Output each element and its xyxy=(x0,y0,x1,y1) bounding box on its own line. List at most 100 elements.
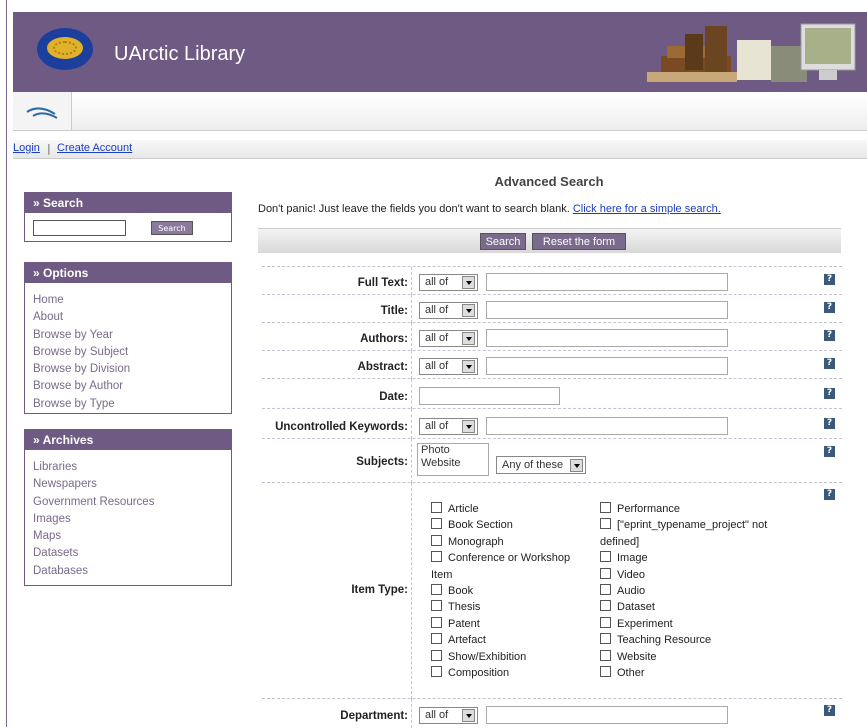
field-row-title: Title: all of ? xyxy=(262,294,842,323)
item-type-label: Monograph xyxy=(448,535,504,548)
item-type-option[interactable]: Show/Exhibition xyxy=(431,649,593,665)
abstract-input[interactable] xyxy=(486,357,728,375)
item-type-option[interactable]: Patent xyxy=(431,616,593,632)
date-input[interactable] xyxy=(419,387,560,405)
authors-match-select[interactable]: all of xyxy=(419,330,478,347)
help-icon[interactable]: ? xyxy=(824,489,835,500)
item-type-label: Artefact xyxy=(448,634,486,647)
item-type-option[interactable]: Video xyxy=(600,567,800,583)
item-type-option[interactable]: Performance xyxy=(600,501,800,517)
reset-form-button[interactable]: Reset the form xyxy=(532,233,626,250)
item-type-option[interactable]: Artefact xyxy=(431,632,593,648)
department-match-select[interactable]: all of xyxy=(419,707,478,724)
subjects-match-select[interactable]: Any of these xyxy=(496,456,586,474)
checkbox-icon[interactable] xyxy=(600,551,611,563)
item-type-option[interactable]: Thesis xyxy=(431,599,593,615)
site-title[interactable]: UArctic Library xyxy=(114,43,245,66)
fulltext-input[interactable] xyxy=(486,273,728,291)
sidebar-item-images[interactable]: Images xyxy=(25,511,231,528)
uarctic-logo-icon[interactable] xyxy=(37,28,93,70)
abstract-match-select[interactable]: all of xyxy=(419,358,478,375)
checkbox-icon[interactable] xyxy=(600,584,611,596)
help-icon[interactable]: ? xyxy=(824,418,835,429)
item-type-option[interactable]: Book xyxy=(431,583,593,599)
sidebar-item-browse-author[interactable]: Browse by Author xyxy=(25,378,231,395)
account-bar: Login | Create Account xyxy=(13,140,867,159)
checkbox-icon[interactable] xyxy=(600,633,611,645)
item-type-option[interactable]: ["eprint_typename_project" not defined] xyxy=(600,517,800,550)
fulltext-label: Full Text: xyxy=(357,277,408,289)
item-type-option[interactable]: Monograph xyxy=(431,534,593,550)
item-type-option[interactable]: Book Section xyxy=(431,517,593,533)
checkbox-icon[interactable] xyxy=(431,518,442,530)
help-icon[interactable]: ? xyxy=(824,446,835,457)
sidebar-search-button[interactable]: Search xyxy=(151,221,193,235)
checkbox-icon[interactable] xyxy=(431,616,442,628)
checkbox-icon[interactable] xyxy=(431,584,442,596)
item-type-label: Thesis xyxy=(448,601,481,614)
sidebar-item-browse-year[interactable]: Browse by Year xyxy=(25,327,231,344)
checkbox-icon[interactable] xyxy=(600,502,611,513)
item-type-option[interactable]: Other xyxy=(600,665,800,681)
help-icon[interactable]: ? xyxy=(824,705,835,716)
help-icon[interactable]: ? xyxy=(824,302,835,313)
help-icon[interactable]: ? xyxy=(824,358,835,369)
item-type-option[interactable]: Experiment xyxy=(600,616,800,632)
subject-option[interactable]: Photo xyxy=(421,444,488,457)
checkbox-icon[interactable] xyxy=(431,534,442,546)
subject-option[interactable]: Website xyxy=(421,457,488,470)
checkbox-icon[interactable] xyxy=(431,633,442,645)
sidebar-search-heading: » Search xyxy=(25,193,231,213)
item-type-option[interactable]: Website xyxy=(600,649,800,665)
sidebar-item-libraries[interactable]: Libraries xyxy=(25,459,231,476)
checkbox-icon[interactable] xyxy=(431,649,442,661)
item-types-right-column: Performance ["eprint_typename_project" no… xyxy=(600,501,800,681)
item-type-option[interactable]: Audio xyxy=(600,583,800,599)
keywords-input[interactable] xyxy=(486,417,728,435)
department-input[interactable] xyxy=(486,706,728,724)
checkbox-icon[interactable] xyxy=(600,567,611,579)
item-type-option[interactable]: Article xyxy=(431,501,593,517)
item-type-option[interactable]: Composition xyxy=(431,665,593,681)
authors-input[interactable] xyxy=(486,329,728,347)
login-link[interactable]: Login xyxy=(13,142,40,154)
sidebar-search-box: » Search Search xyxy=(24,192,232,242)
sidebar-item-government-resources[interactable]: Government Resources xyxy=(25,494,231,511)
help-icon[interactable]: ? xyxy=(824,330,835,341)
sidebar-item-databases[interactable]: Databases xyxy=(25,563,231,580)
checkbox-icon[interactable] xyxy=(600,649,611,661)
item-type-option[interactable]: Teaching Resource xyxy=(600,632,800,648)
search-button[interactable]: Search xyxy=(480,233,526,250)
checkbox-icon[interactable] xyxy=(431,502,442,513)
keywords-match-select[interactable]: all of xyxy=(419,418,478,435)
item-type-option[interactable]: Conference or Workshop Item xyxy=(431,550,593,583)
sidebar-item-browse-division[interactable]: Browse by Division xyxy=(25,361,231,378)
checkbox-icon[interactable] xyxy=(600,518,611,530)
sidebar-search-input[interactable] xyxy=(33,220,126,236)
checkbox-icon[interactable] xyxy=(431,666,442,678)
subjects-listbox[interactable]: Photo Website xyxy=(417,443,489,476)
chevron-down-icon xyxy=(462,420,475,433)
help-icon[interactable]: ? xyxy=(824,388,835,399)
help-icon[interactable]: ? xyxy=(824,274,835,285)
title-input[interactable] xyxy=(486,301,728,319)
sidebar-item-home[interactable]: Home xyxy=(25,292,231,309)
sidebar-item-newspapers[interactable]: Newspapers xyxy=(25,476,231,493)
item-type-option[interactable]: Image xyxy=(600,550,800,566)
item-type-option[interactable]: Dataset xyxy=(600,599,800,615)
title-match-select[interactable]: all of xyxy=(419,302,478,319)
sidebar-item-browse-subject[interactable]: Browse by Subject xyxy=(25,344,231,361)
sidebar-item-datasets[interactable]: Datasets xyxy=(25,545,231,562)
sidebar-item-about[interactable]: About xyxy=(25,309,231,326)
fulltext-match-select[interactable]: all of xyxy=(419,274,478,291)
create-account-link[interactable]: Create Account xyxy=(57,142,132,154)
checkbox-icon[interactable] xyxy=(600,666,611,678)
sidebar-item-maps[interactable]: Maps xyxy=(25,528,231,545)
breadcrumb-home[interactable] xyxy=(13,92,72,130)
checkbox-icon[interactable] xyxy=(431,600,442,612)
checkbox-icon[interactable] xyxy=(600,600,611,612)
simple-search-link[interactable]: Click here for a simple search. xyxy=(573,203,721,215)
sidebar-item-browse-type[interactable]: Browse by Type xyxy=(25,396,231,413)
checkbox-icon[interactable] xyxy=(431,551,442,563)
checkbox-icon[interactable] xyxy=(600,616,611,628)
